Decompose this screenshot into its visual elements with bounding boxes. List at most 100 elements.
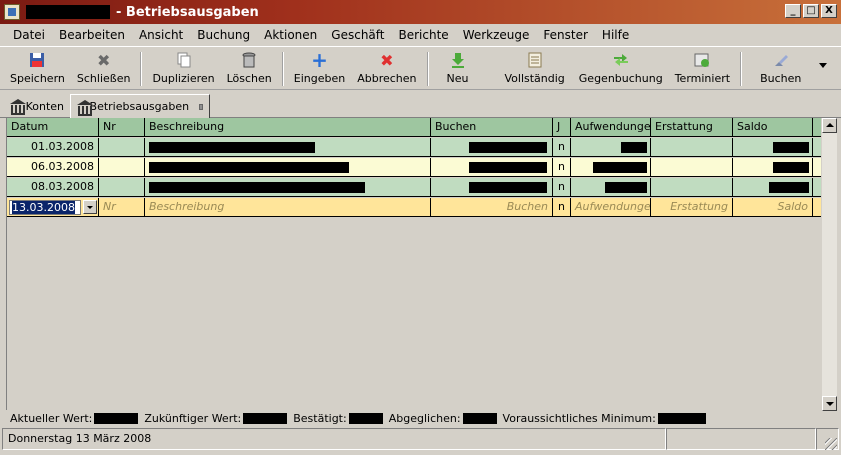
table-row[interactable]: 08.03.2008 n <box>7 178 821 197</box>
redacted-value <box>593 162 647 173</box>
col-erstattung[interactable]: Erstattung <box>651 118 733 137</box>
post-icon <box>772 51 790 69</box>
menu-geschaeft[interactable]: Geschäft <box>324 28 391 42</box>
app-icon[interactable] <box>4 4 20 20</box>
row-num[interactable] <box>99 178 145 197</box>
cancel-x-icon: ✖ <box>380 50 394 70</box>
row-credit[interactable] <box>651 158 733 177</box>
close-register-button[interactable]: ✖ Schließen <box>71 47 137 89</box>
row-balance[interactable] <box>733 138 813 157</box>
redacted-value <box>243 412 288 424</box>
col-datum[interactable]: Datum <box>7 118 99 137</box>
scheduled-button[interactable]: Terminiert <box>669 47 736 89</box>
table-row[interactable]: 01.03.2008 n <box>7 138 821 157</box>
scheduled-label: Terminiert <box>674 72 731 85</box>
col-buchen[interactable]: Buchen <box>431 118 553 137</box>
menu-buchung[interactable]: Buchung <box>190 28 257 42</box>
complete-list-icon <box>526 51 544 69</box>
menu-ansicht[interactable]: Ansicht <box>132 28 190 42</box>
duplicate-label: Duplizieren <box>152 72 215 85</box>
row-balance[interactable] <box>733 178 813 197</box>
post-button[interactable]: Buchen <box>746 47 815 89</box>
minimize-button[interactable]: _ <box>785 4 801 18</box>
row-reconcile[interactable]: n <box>553 158 571 177</box>
menu-hilfe[interactable]: Hilfe <box>595 28 636 42</box>
title-bar[interactable]: - Betriebsausgaben _ □ X <box>0 0 841 24</box>
redacted-filename <box>26 5 110 19</box>
num-field[interactable]: Nr <box>99 198 145 217</box>
row-credit[interactable] <box>651 138 733 157</box>
scroll-down-button[interactable] <box>822 396 837 411</box>
debit-field[interactable]: Aufwendungen <box>571 198 651 217</box>
row-reconcile[interactable]: n <box>553 138 571 157</box>
menu-berichte[interactable]: Berichte <box>392 28 456 42</box>
menu-datei[interactable]: Datei <box>6 28 52 42</box>
credit-field[interactable]: Erstattung <box>651 198 733 217</box>
window-controls: _ □ X <box>785 4 837 18</box>
close-button[interactable]: X <box>821 4 837 18</box>
duplicate-button[interactable]: Duplizieren <box>146 47 220 89</box>
col-j[interactable]: J <box>553 118 571 137</box>
row-transfer[interactable] <box>431 138 553 157</box>
col-aufwendungen[interactable]: Aufwendungen <box>571 118 651 137</box>
row-description[interactable] <box>145 178 431 197</box>
row-debit[interactable] <box>571 138 651 157</box>
tab-konten[interactable]: Konten <box>4 94 70 118</box>
maximize-button[interactable]: □ <box>803 4 819 18</box>
row-date[interactable]: 01.03.2008 <box>7 138 99 157</box>
row-credit[interactable] <box>651 178 733 197</box>
save-button[interactable]: Speichern <box>4 47 71 89</box>
entry-date-cell[interactable]: 13.03.2008 <box>7 198 99 217</box>
reconcile-field[interactable]: n <box>553 198 571 217</box>
menu-fenster[interactable]: Fenster <box>536 28 595 42</box>
redacted-value <box>469 162 547 173</box>
row-transfer[interactable] <box>431 178 553 197</box>
menu-werkzeuge[interactable]: Werkzeuge <box>456 28 537 42</box>
enter-button[interactable]: + Eingeben <box>288 47 351 89</box>
toolbar-overflow-icon[interactable] <box>819 63 827 68</box>
row-reconcile[interactable]: n <box>553 178 571 197</box>
col-beschreibung[interactable]: Beschreibung <box>145 118 431 137</box>
col-nr[interactable]: Nr <box>99 118 145 137</box>
tab-close-icon[interactable] <box>199 103 203 110</box>
status-bar: Donnerstag 13 März 2008 <box>2 428 839 452</box>
col-saldo[interactable]: Saldo <box>733 118 813 137</box>
new-button[interactable]: Neu <box>433 47 483 89</box>
redacted-value <box>149 142 315 153</box>
redacted-value <box>605 182 647 193</box>
row-transfer[interactable] <box>431 158 553 177</box>
table-row[interactable]: 06.03.2008 n <box>7 158 821 177</box>
close-label: Schließen <box>76 72 131 85</box>
new-transaction-row[interactable]: 13.03.2008 Nr Beschreibung Buchen n Aufw… <box>7 198 821 217</box>
scroll-up-button[interactable] <box>822 118 837 133</box>
menu-aktionen[interactable]: Aktionen <box>257 28 324 42</box>
row-balance[interactable] <box>733 158 813 177</box>
tab-betriebsausgaben[interactable]: Betriebsausgaben <box>70 94 210 119</box>
row-debit[interactable] <box>571 158 651 177</box>
cancel-button[interactable]: ✖ Abbrechen <box>351 47 422 89</box>
vertical-scrollbar[interactable] <box>822 118 837 411</box>
redacted-value <box>469 142 547 153</box>
row-debit[interactable] <box>571 178 651 197</box>
row-date[interactable]: 08.03.2008 <box>7 178 99 197</box>
counter-entry-button[interactable]: Gegenbuchung <box>573 47 669 89</box>
trash-icon <box>240 51 258 69</box>
row-num[interactable] <box>99 158 145 177</box>
redacted-value <box>94 412 139 424</box>
date-input[interactable]: 13.03.2008 <box>9 200 81 215</box>
row-description[interactable] <box>145 158 431 177</box>
cancel-label: Abbrechen <box>357 72 417 85</box>
row-date[interactable]: 06.03.2008 <box>7 158 99 177</box>
resize-grip-icon[interactable] <box>825 438 837 450</box>
delete-button[interactable]: Löschen <box>221 47 278 89</box>
transfer-field[interactable]: Buchen <box>431 198 553 217</box>
menu-bearbeiten[interactable]: Bearbeiten <box>52 28 132 42</box>
toolbar-separator <box>740 52 743 86</box>
calendar-dropdown-button[interactable] <box>83 200 97 214</box>
row-description[interactable] <box>145 138 431 157</box>
row-num[interactable] <box>99 138 145 157</box>
redacted-value <box>469 182 547 193</box>
floppy-disk-icon <box>28 51 46 69</box>
complete-button[interactable]: Vollständig <box>482 47 572 89</box>
description-field[interactable]: Beschreibung <box>145 198 431 217</box>
